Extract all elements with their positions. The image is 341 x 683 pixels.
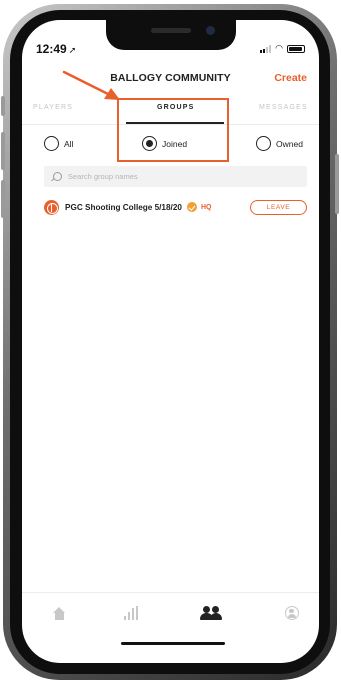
status-icons: ◠ [260,44,305,53]
search-input[interactable] [68,172,288,181]
search-bar [44,166,307,187]
side-button-power [335,154,339,214]
battery-icon [287,45,305,53]
location-arrow-icon: ➚ [68,45,77,55]
leave-group-button[interactable]: LEAVE [250,199,307,215]
status-time: 12:49 ➚ [36,42,76,56]
notch [106,20,236,50]
nav-home[interactable] [44,600,74,626]
radio-unselected-icon [256,136,271,151]
front-camera-icon [206,26,215,35]
side-button-volume-up [1,132,5,170]
filter-all-label: All [64,138,74,149]
stats-icon [124,606,138,620]
tab-groups[interactable]: GROUPS [157,104,195,111]
speaker-grille [151,28,191,33]
radio-unselected-icon [44,136,59,151]
community-icon [200,606,222,620]
tab-messages[interactable]: MESSAGES [259,104,308,111]
bottom-nav-divider [22,592,319,593]
cellular-signal-icon [260,45,272,53]
side-button-volume-down [1,180,5,218]
community-tabs: PLAYERS GROUPS MESSAGES [22,104,319,124]
create-button[interactable]: Create [274,72,307,84]
filter-joined-label: Joined [162,138,188,149]
status-time-text: 12:49 [36,42,67,56]
group-filter: All Joined Owned [22,136,319,156]
nav-stats[interactable] [116,600,146,626]
nav-profile[interactable] [277,600,307,626]
filter-joined[interactable]: Joined [142,136,187,151]
profile-icon [285,606,299,620]
app-screen: 12:49 ➚ ◠ BALLOGY COMMUNITY Create PLAYER… [22,20,319,663]
group-list-item[interactable]: PGC Shooting College 5/18/20 HQ LEAVE [44,198,307,216]
filter-owned[interactable]: Owned [256,136,303,151]
tab-players[interactable]: PLAYERS [33,104,73,111]
filter-all[interactable]: All [44,136,73,151]
verified-check-icon [186,202,197,212]
group-name: PGC Shooting College 5/18/20 [65,202,182,212]
radio-selected-icon [142,136,157,151]
search-icon [53,172,62,181]
filter-owned-label: Owned [276,138,303,149]
hq-badge: HQ [200,203,212,211]
nav-community[interactable] [196,600,226,626]
home-indicator [121,642,225,645]
side-button-silent [1,96,5,116]
group-logo-icon [44,199,59,215]
tabs-divider [22,124,319,125]
home-icon [52,606,66,620]
bottom-nav [22,600,319,626]
wifi-icon: ◠ [275,43,283,53]
